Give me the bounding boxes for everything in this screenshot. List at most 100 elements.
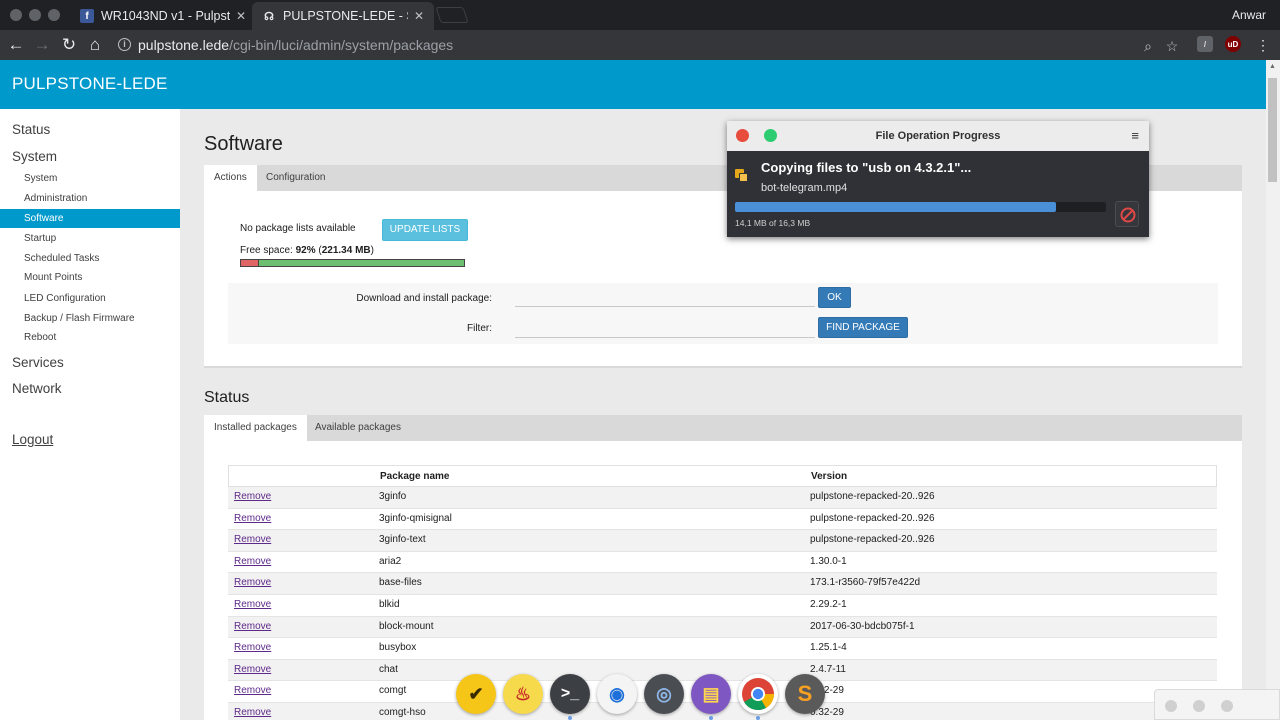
home-icon[interactable]: ⌂ bbox=[84, 34, 106, 56]
update-lists-button[interactable]: UPDATE LISTS bbox=[382, 219, 468, 241]
current-file: bot-telegram.mp4 bbox=[761, 182, 848, 194]
used-space-fill bbox=[241, 260, 259, 266]
remove-link[interactable]: Remove bbox=[234, 642, 271, 653]
page-scrollbar[interactable]: ▲ bbox=[1266, 60, 1280, 720]
progress-text: 14,1 MB of 16,3 MB bbox=[735, 218, 811, 228]
package-name: aria2 bbox=[379, 555, 402, 567]
running-indicator bbox=[756, 716, 760, 720]
sidebar-item-network[interactable]: Network bbox=[12, 381, 62, 396]
sidebar-item-led-configuration[interactable]: LED Configuration bbox=[0, 289, 180, 308]
package-version: 2.4.7-11 bbox=[810, 663, 846, 675]
remove-link[interactable]: Remove bbox=[234, 707, 271, 718]
package-url-input[interactable] bbox=[515, 287, 815, 307]
file-manager-icon[interactable]: ▤ bbox=[691, 674, 731, 714]
package-version: pulpstone-repacked-20..926 bbox=[810, 491, 935, 502]
browser-menu-icon[interactable]: ⋮ bbox=[1252, 34, 1274, 56]
filter-input[interactable] bbox=[515, 318, 815, 338]
ublock-origin-icon[interactable]: uD bbox=[1225, 36, 1241, 52]
package-version: 2.29.2-1 bbox=[810, 599, 847, 610]
sidebar-item-software[interactable]: Software bbox=[0, 209, 180, 228]
scroll-thumb[interactable] bbox=[1268, 78, 1277, 182]
package-version: 1.25.1-4 bbox=[810, 642, 847, 654]
remove-link[interactable]: Remove bbox=[234, 577, 271, 588]
sidebar-item-status[interactable]: Status bbox=[12, 122, 50, 137]
genie-icon[interactable]: ♨ bbox=[503, 674, 543, 714]
remove-link[interactable]: Remove bbox=[234, 556, 271, 567]
menu-icon[interactable]: ≡ bbox=[1131, 128, 1139, 143]
remove-link[interactable]: Remove bbox=[234, 491, 271, 502]
column-package-name: Package name bbox=[380, 471, 450, 482]
reload-icon[interactable]: ↻ bbox=[58, 34, 80, 56]
window-close-button[interactable] bbox=[10, 9, 22, 21]
column-version: Version bbox=[811, 471, 848, 482]
sidebar-item-system[interactable]: System bbox=[12, 149, 57, 164]
remove-link[interactable]: Remove bbox=[234, 534, 271, 545]
package-name: 3ginfo bbox=[379, 491, 407, 502]
table-row: Remove block-mount 2017-06-30-bdcb075f-1 bbox=[228, 616, 1217, 639]
close-icon[interactable]: ✕ bbox=[236, 9, 246, 23]
table-row: Remove aria2 1.30.0-1 bbox=[228, 551, 1217, 574]
file-operation-window: File Operation Progress ≡ Copying files … bbox=[727, 121, 1149, 237]
tab-actions[interactable]: Actions bbox=[204, 165, 257, 191]
sidebar-item-administration[interactable]: Administration bbox=[0, 189, 180, 208]
table-row: Remove blkid 2.29.2-1 bbox=[228, 595, 1217, 617]
tab-pulpstone-lede[interactable]: ☊ PULPSTONE-LEDE - Sof ✕ bbox=[252, 2, 434, 30]
sidebar-item-backup-flash[interactable]: Backup / Flash Firmware bbox=[0, 309, 180, 328]
browser-toolbar: ← → ↻ ⌂ i pulpstone.lede/cgi-bin/luci/ad… bbox=[0, 30, 1280, 60]
address-bar[interactable]: i pulpstone.lede/cgi-bin/luci/admin/syst… bbox=[114, 33, 1190, 57]
task-app-icon[interactable]: ✔ bbox=[456, 674, 496, 714]
remove-link[interactable]: Remove bbox=[234, 599, 271, 610]
tab-configuration[interactable]: Configuration bbox=[256, 165, 335, 191]
back-arrow-icon[interactable]: ← bbox=[5, 34, 27, 56]
sidebar-item-scheduled-tasks[interactable]: Scheduled Tasks bbox=[0, 249, 180, 268]
minimized-window[interactable] bbox=[1154, 689, 1280, 720]
tab-available-packages[interactable]: Available packages bbox=[305, 415, 411, 441]
window-dot bbox=[1193, 700, 1205, 712]
package-version: 2017-06-30-bdcb075f-1 bbox=[810, 620, 915, 632]
zoom-icon[interactable]: ⌕ bbox=[1138, 37, 1158, 55]
screen-recorder-icon[interactable]: ◎ bbox=[644, 674, 684, 714]
remove-link[interactable]: Remove bbox=[234, 664, 271, 675]
tab-installed-packages[interactable]: Installed packages bbox=[204, 415, 307, 441]
bookmark-star-icon[interactable]: ☆ bbox=[1162, 37, 1182, 55]
browser-titlebar: f WR1043ND v1 - Pulpsto ✕ ☊ PULPSTONE-LE… bbox=[0, 0, 1280, 30]
ok-button[interactable]: OK bbox=[818, 287, 851, 308]
package-name: 3ginfo-text bbox=[379, 534, 426, 546]
remove-link[interactable]: Remove bbox=[234, 621, 271, 632]
cancel-button[interactable] bbox=[1115, 201, 1139, 227]
terminal-icon[interactable]: >_ bbox=[550, 674, 590, 714]
table-row: Remove busybox 1.25.1-4 bbox=[228, 638, 1217, 660]
sidebar-item-system-sub[interactable]: System bbox=[0, 169, 180, 188]
find-package-button[interactable]: FIND PACKAGE bbox=[818, 317, 908, 338]
url-text[interactable]: pulpstone.lede/cgi-bin/luci/admin/system… bbox=[138, 37, 453, 53]
tab-title: WR1043ND v1 - Pulpsto bbox=[101, 9, 230, 23]
table-header: Package name Version bbox=[228, 465, 1217, 487]
chrome-icon[interactable] bbox=[738, 674, 778, 714]
sidebar-item-startup[interactable]: Startup bbox=[0, 229, 180, 248]
remove-link[interactable]: Remove bbox=[234, 685, 271, 696]
package-name: chat bbox=[379, 663, 398, 675]
tab-title: PULPSTONE-LEDE - Sof bbox=[283, 9, 408, 23]
table-row: Remove 3ginfo-text pulpstone-repacked-20..… bbox=[228, 530, 1217, 552]
info-icon[interactable]: i bbox=[118, 38, 131, 51]
extension-icon[interactable]: / bbox=[1197, 36, 1213, 52]
package-name: comgt-hso bbox=[379, 707, 426, 718]
close-icon[interactable]: ✕ bbox=[414, 9, 424, 23]
window-minimize-button[interactable] bbox=[29, 9, 41, 21]
forward-arrow-icon[interactable]: → bbox=[31, 34, 53, 56]
window-maximize-button[interactable] bbox=[48, 9, 60, 21]
profile-name[interactable]: Anwar bbox=[1232, 8, 1266, 22]
tab-wr1043nd[interactable]: f WR1043ND v1 - Pulpsto ✕ bbox=[70, 2, 256, 30]
sidebar-item-reboot[interactable]: Reboot bbox=[0, 328, 180, 347]
sidebar-item-mount-points[interactable]: Mount Points bbox=[0, 268, 180, 287]
remove-link[interactable]: Remove bbox=[234, 513, 271, 524]
sidebar-item-services[interactable]: Services bbox=[12, 355, 64, 370]
scroll-up-icon[interactable]: ▲ bbox=[1269, 63, 1276, 70]
sublime-text-icon[interactable]: S bbox=[785, 674, 825, 714]
brand-title[interactable]: PULPSTONE-LEDE bbox=[12, 74, 168, 94]
camera-icon[interactable]: ◉ bbox=[597, 674, 637, 714]
operation-heading: Copying files to "usb on 4.3.2.1"... bbox=[761, 160, 972, 175]
new-tab-button[interactable] bbox=[435, 7, 469, 23]
logout-link[interactable]: Logout bbox=[12, 432, 53, 447]
copy-progress-fill bbox=[735, 202, 1056, 212]
